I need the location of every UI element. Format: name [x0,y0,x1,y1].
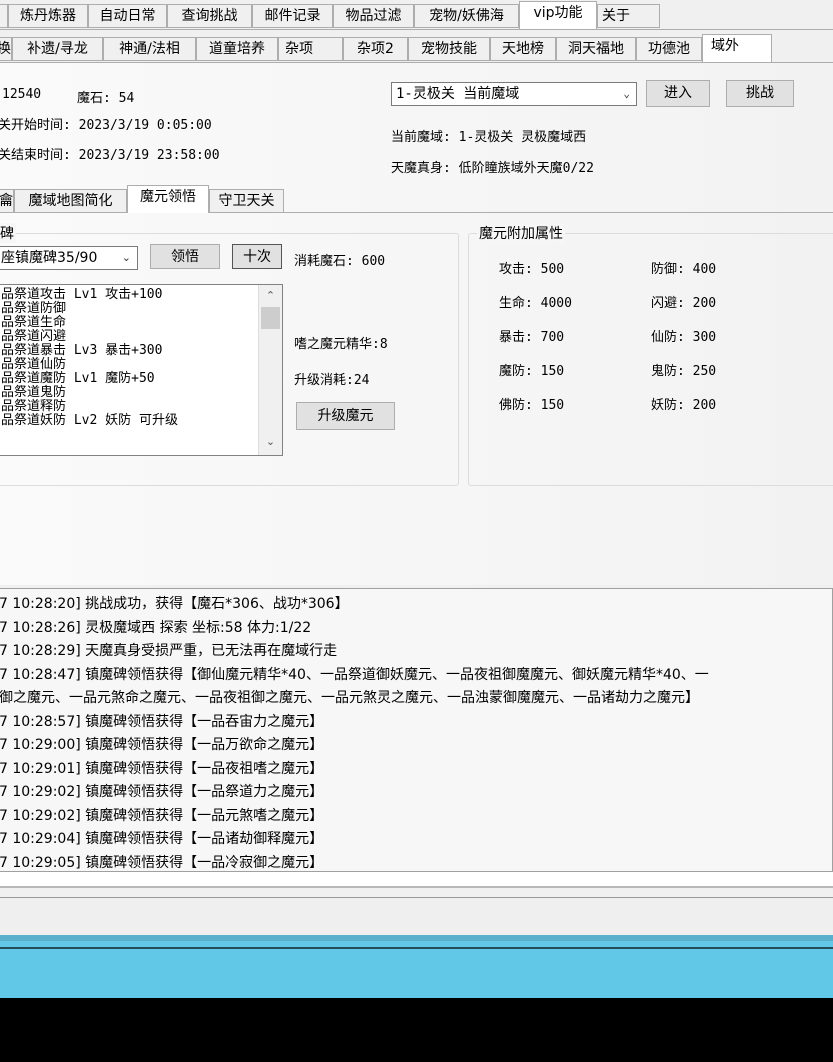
list-item[interactable]: 品祭道妖防 Lv2 妖防 可升级 [1,414,282,428]
log-line: 7 10:28:57] 镇魔碑领悟获得【一品吞宙力之魔元】 [0,713,324,730]
log-line: 7 10:28:20] 挑战成功，获得【魔石*306、战功*306】 [0,596,349,612]
tab-auto-daily[interactable]: 自动日常 [88,4,167,28]
domain-select[interactable]: 1-灵极关 当前魔域 ⌄ [391,82,637,106]
input-bar[interactable] [0,872,833,888]
attr-ghost-def: 鬼防: 250 [651,364,717,379]
subtab-misc[interactable]: 杂项 [278,37,343,61]
subtab-buyi[interactable]: 补遗/寻龙 [12,37,103,61]
attr-monster-def: 妖防: 200 [651,398,717,413]
chevron-down-icon: ⌄ [121,251,131,264]
chevron-down-icon: ⌄ [623,87,630,100]
log-line: 御之魔元、一品元煞命之魔元、一品夜祖御之魔元、一品元煞灵之魔元、一品浊蒙御魔魔元… [0,690,699,706]
domain-select-value: 1-灵极关 当前魔域 [396,86,520,102]
log-line: 7 10:29:05] 镇魔碑领悟获得【一品冷寂御之魔元】 [0,854,324,871]
attr-crit: 暴击: 700 [499,330,565,345]
attr-immortal-def: 仙防: 300 [651,330,717,345]
inner-tab-partial[interactable]: 龠 [0,189,14,213]
list-item[interactable]: 品祭道鬼防 [1,386,282,400]
current-domain: 当前魔域: 1-灵极关 灵极魔域西 [391,130,587,145]
tab-query-challenge[interactable]: 查询挑战 [167,4,252,28]
log-line: 7 10:29:02] 镇魔碑领悟获得【一品祭道力之魔元】 [0,784,324,800]
essence-count: 嗜之魔元精华:8 [294,337,388,352]
subtab-dongtian[interactable]: 洞天福地 [556,37,636,61]
tab-about[interactable]: 关于 [597,4,660,28]
inner-tab-comprehend[interactable]: 魔元领悟 [127,185,209,213]
list-scrollbar[interactable]: ⌃ ⌄ [258,285,282,455]
demon-element-list[interactable]: 品祭道攻击 Lv1 攻击+100 品祭道防御 品祭道生命 品祭道闪避 品祭道暴击… [0,284,283,456]
attr-buddha-def: 佛防: 150 [499,398,565,413]
subtab-misc2[interactable]: 杂项2 [343,37,408,61]
list-item[interactable]: 品祭道防御 [1,302,282,316]
demon-body: 天魔真身: 低阶瞳族域外天魔0/22 [391,161,594,176]
log-line: 7 10:29:01] 镇魔碑领悟获得【一品夜祖嗜之魔元】 [0,760,324,777]
attr-dodge: 闪避: 200 [651,296,717,311]
tab-item-filter[interactable]: 物品过滤 [333,4,414,28]
attrs-group-title: 魔元附加属性 [477,223,565,243]
comprehend-button[interactable]: 领悟 [150,244,220,269]
stele-select-value: 座镇魔碑35/90 [1,250,98,266]
list-item[interactable]: 品祭道仙防 [1,358,282,372]
log-line: 7 10:28:47] 镇魔碑领悟获得【御仙魔元精华*40、一品祭道御妖魔元、一… [0,666,709,683]
list-item[interactable]: 品祭道闪避 [1,330,282,344]
mo-stone: 魔石: 54 [77,91,135,106]
list-item[interactable]: 品祭道暴击 Lv3 暴击+300 [1,344,282,358]
log-line: 7 10:28:26] 灵极魔域西 探索 坐标:58 体力:1/22 [0,619,312,636]
stone-cost: 消耗魔石: 600 [294,254,386,269]
stele-group-title: 碑 [0,223,16,243]
attr-defense: 防御: 400 [651,262,717,277]
attr-attack: 攻击: 500 [499,262,565,277]
subtab-merit[interactable]: 功德池 [636,37,702,61]
start-time: 关开始时间: 2023/3/19 0:05:00 [0,118,212,133]
log-area[interactable]: 7 10:28:20] 挑战成功，获得【魔石*306、战功*306】 7 10:… [0,588,833,872]
attr-hp: 生命: 4000 [499,296,572,311]
scroll-up-icon[interactable]: ⌃ [259,285,282,307]
tab-vip[interactable]: vip功能 [519,1,597,29]
log-line: 7 10:29:00] 镇魔碑领悟获得【一品万欲命之魔元】 [0,737,324,753]
log-line: 7 10:28:29] 天魔真身受损严重，已无法再在魔域行走 [0,643,338,659]
subtab-shentong[interactable]: 神通/法相 [103,37,196,61]
tab-pet[interactable]: 宠物/妖佛海 [414,4,519,28]
subtab-pet-skill[interactable]: 宠物技能 [408,37,490,61]
log-line: 7 10:29:04] 镇魔碑领悟获得【一品诸劫御释魔元】 [0,831,324,847]
enter-button[interactable]: 进入 [646,80,710,107]
inner-tab-map[interactable]: 魔域地图简化 [14,189,127,213]
ten-times-button[interactable]: 十次 [232,244,282,269]
attr-demon-def: 魔防: 150 [499,364,565,379]
list-item[interactable]: 品祭道攻击 Lv1 攻击+100 [1,288,282,302]
list-item[interactable]: 品祭道生命 [1,316,282,330]
value-1: 12540 [2,87,42,102]
subtab-ranking[interactable]: 天地榜 [490,37,556,61]
log-line: 7 10:29:02] 镇魔碑领悟获得【一品元煞嗜之魔元】 [0,807,324,824]
subtab-outer-domain[interactable]: 域外 [702,34,772,62]
desktop-black [0,998,833,1062]
scroll-down-icon[interactable]: ⌄ [259,433,282,455]
list-item[interactable]: 品祭道释防 [1,400,282,414]
status-bar [0,897,833,935]
tab-alchemy[interactable]: 炼丹炼器 [8,4,88,28]
list-item[interactable]: 品祭道魔防 Lv1 魔防+50 [1,372,282,386]
taskbar [0,935,833,998]
subtab-daotong[interactable]: 道童培养 [196,37,278,61]
tab-mail-log[interactable]: 邮件记录 [252,4,333,28]
challenge-button[interactable]: 挑战 [726,80,794,107]
stele-select[interactable]: 座镇魔碑35/90 ⌄ [0,246,138,270]
upgrade-cost: 升级消耗:24 [294,373,370,388]
scroll-thumb[interactable] [261,307,280,329]
tab-partial[interactable] [0,4,8,28]
upgrade-button[interactable]: 升级魔元 [296,402,395,430]
end-time: 关结束时间: 2023/3/19 23:58:00 [0,148,220,163]
subtab-exchange[interactable]: 换 [0,37,12,61]
inner-tab-guard[interactable]: 守卫天关 [209,189,284,213]
